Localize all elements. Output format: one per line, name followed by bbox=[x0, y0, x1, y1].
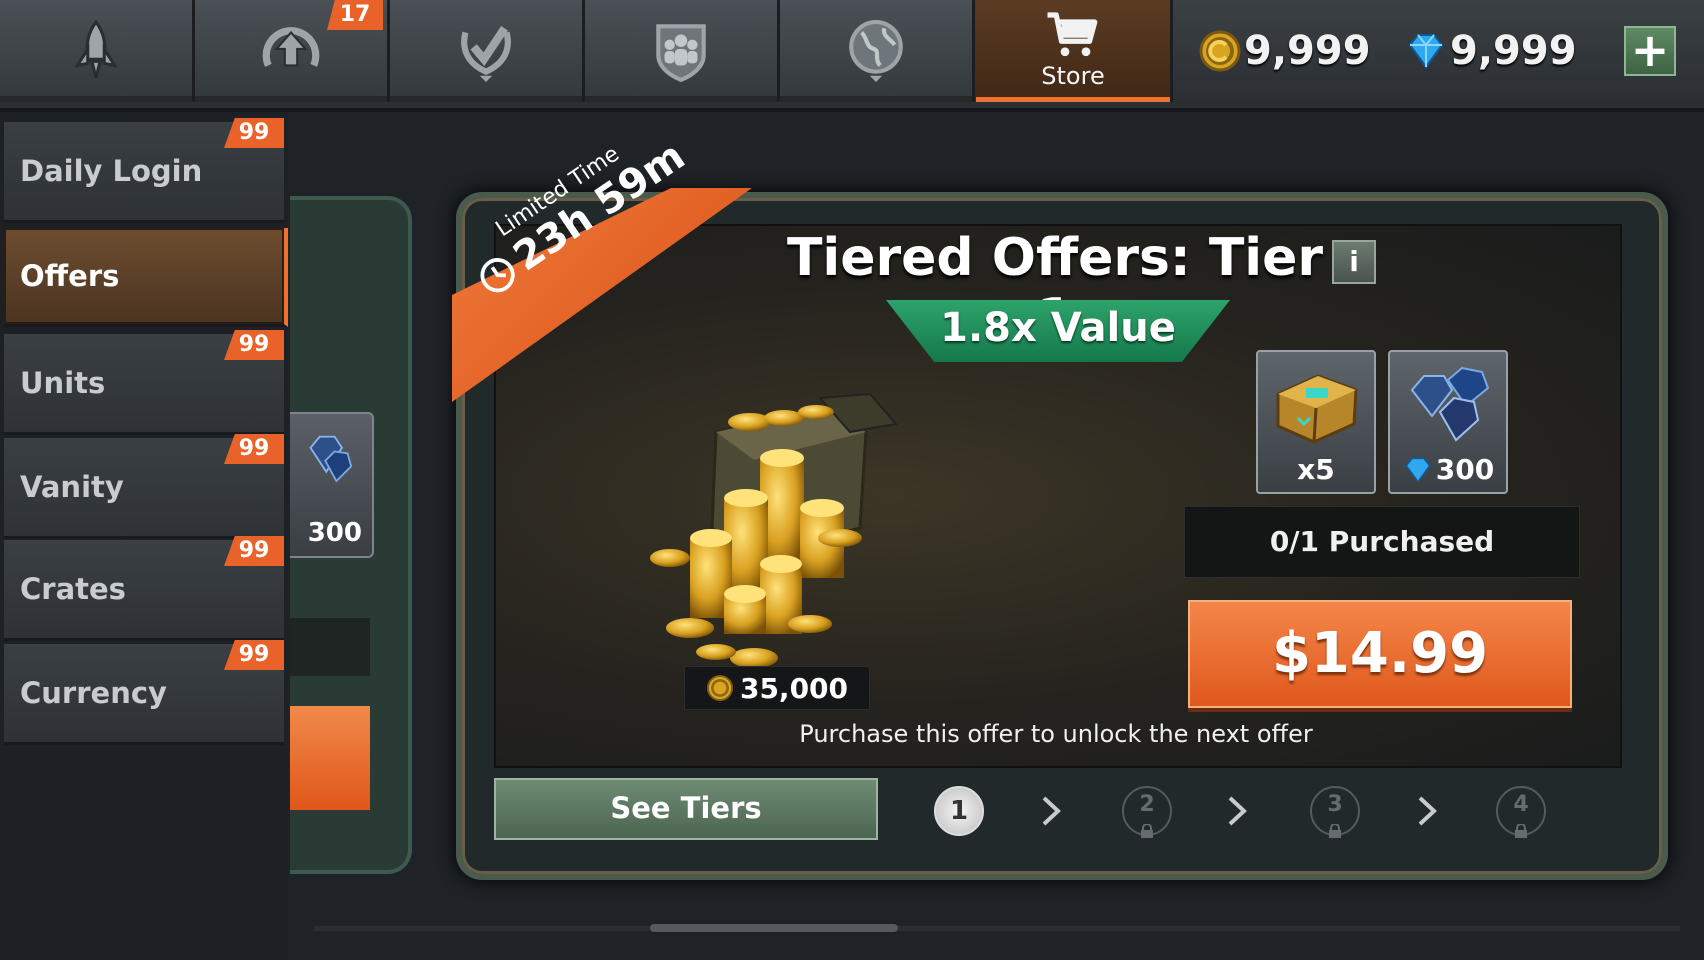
notification-badge: 99 bbox=[224, 536, 284, 566]
nav-tab-alliance[interactable] bbox=[585, 0, 780, 102]
unlock-note: Purchase this offer to unlock the next o… bbox=[799, 720, 1313, 748]
alliance-shield-icon bbox=[656, 24, 706, 83]
nav-tab-store[interactable]: Store bbox=[976, 0, 1173, 102]
sidebar-item-offers[interactable]: Offers bbox=[4, 228, 288, 327]
sidebar-item-label: Units bbox=[20, 366, 106, 400]
tier-step-locked[interactable]: 2 bbox=[1122, 786, 1172, 838]
cart-icon bbox=[1047, 12, 1098, 57]
upgrade-arrow-icon bbox=[262, 27, 320, 67]
reward-crate-qty: x5 bbox=[1297, 453, 1335, 486]
gem-icon bbox=[1405, 457, 1431, 483]
nav-tab-units[interactable] bbox=[0, 0, 195, 102]
sidebar-item-label: Vanity bbox=[20, 470, 124, 504]
info-button[interactable]: i bbox=[1332, 240, 1376, 284]
gem-amount: 9,999 bbox=[1450, 28, 1577, 74]
sidebar-item-units[interactable]: Units 99 bbox=[4, 330, 284, 435]
crate-icon bbox=[1276, 374, 1358, 444]
lock-icon bbox=[1141, 824, 1153, 838]
sidebar-item-daily-login[interactable]: Daily Login 99 bbox=[4, 118, 284, 223]
reward-crate[interactable]: x5 bbox=[1256, 350, 1376, 494]
gem-pile-icon bbox=[309, 435, 353, 483]
sidebar-item-vanity[interactable]: Vanity 99 bbox=[4, 434, 284, 539]
sidebar-item-currency[interactable]: Currency 99 bbox=[4, 640, 284, 745]
gem-pile-icon bbox=[1410, 366, 1490, 442]
tier-number: 4 bbox=[1513, 792, 1529, 817]
sidebar-item-label: Crates bbox=[20, 572, 126, 606]
tier-number: 2 bbox=[1139, 792, 1155, 817]
top-nav-bar: 17 Store 9,999 9,999 + bbox=[0, 0, 1704, 112]
tier-step-current[interactable]: 1 bbox=[934, 786, 984, 836]
previous-offer-buy-button[interactable] bbox=[290, 706, 370, 810]
tier-number: 3 bbox=[1327, 792, 1343, 817]
lock-icon bbox=[1515, 824, 1527, 838]
chevron-right-icon bbox=[1418, 796, 1437, 826]
reward-gems-value: 300 bbox=[1435, 453, 1495, 486]
tier-step-locked[interactable]: 4 bbox=[1496, 786, 1546, 838]
coin-reward-amount: 35,000 bbox=[684, 666, 870, 710]
rocket-icon bbox=[74, 19, 118, 79]
nav-tab-world[interactable] bbox=[780, 0, 975, 102]
sidebar-item-label: Daily Login bbox=[20, 154, 203, 188]
sidebar-item-label: Offers bbox=[20, 259, 120, 293]
scrollbar-thumb[interactable] bbox=[650, 924, 898, 932]
sidebar-item-crates[interactable]: Crates 99 bbox=[4, 536, 284, 641]
coin-icon bbox=[1199, 30, 1241, 72]
notification-badge: 99 bbox=[224, 434, 284, 464]
coin-chest-image bbox=[650, 392, 898, 668]
see-tiers-button[interactable]: See Tiers bbox=[494, 778, 878, 840]
sidebar-item-label: Currency bbox=[20, 676, 167, 710]
gem-balance: 9,999 bbox=[1404, 22, 1577, 80]
achievement-check-icon bbox=[461, 26, 511, 82]
coin-icon bbox=[706, 674, 734, 702]
nav-tab-achievements[interactable] bbox=[390, 0, 585, 102]
previous-offer-gem-reward: 300 bbox=[290, 412, 374, 558]
nav-tab-upgrades[interactable]: 17 bbox=[195, 0, 390, 102]
add-currency-button[interactable]: + bbox=[1624, 26, 1676, 76]
purchase-status: 0/1 Purchased bbox=[1184, 506, 1580, 578]
store-sidebar: Daily Login 99 Offers Units 99 Vanity 99… bbox=[0, 112, 288, 960]
coin-balance: 9,999 bbox=[1198, 22, 1371, 80]
notification-badge: 17 bbox=[327, 0, 383, 30]
reward-gems-qty: 300 bbox=[1390, 453, 1506, 486]
tier-step-locked[interactable]: 3 bbox=[1310, 786, 1360, 838]
previous-offer-status bbox=[290, 618, 370, 676]
globe-icon bbox=[849, 20, 903, 82]
buy-button[interactable]: $14.99 bbox=[1188, 600, 1572, 708]
chevron-right-icon bbox=[1228, 796, 1247, 826]
store-tab-label: Store bbox=[1041, 62, 1105, 90]
chevron-right-icon bbox=[1042, 796, 1061, 826]
coin-amount: 9,999 bbox=[1244, 28, 1371, 74]
gem-icon bbox=[1408, 34, 1444, 69]
notification-badge: 99 bbox=[224, 118, 284, 148]
horizontal-scrollbar[interactable] bbox=[314, 926, 1680, 931]
reward-gems[interactable]: 300 bbox=[1388, 350, 1508, 494]
previous-offer-gem-amount: 300 bbox=[307, 518, 362, 548]
lock-icon bbox=[1329, 824, 1341, 838]
value-banner-text: 1.8x Value bbox=[940, 305, 1176, 351]
coin-reward-value: 35,000 bbox=[739, 671, 849, 705]
notification-badge: 99 bbox=[224, 330, 284, 360]
notification-badge: 99 bbox=[224, 640, 284, 670]
